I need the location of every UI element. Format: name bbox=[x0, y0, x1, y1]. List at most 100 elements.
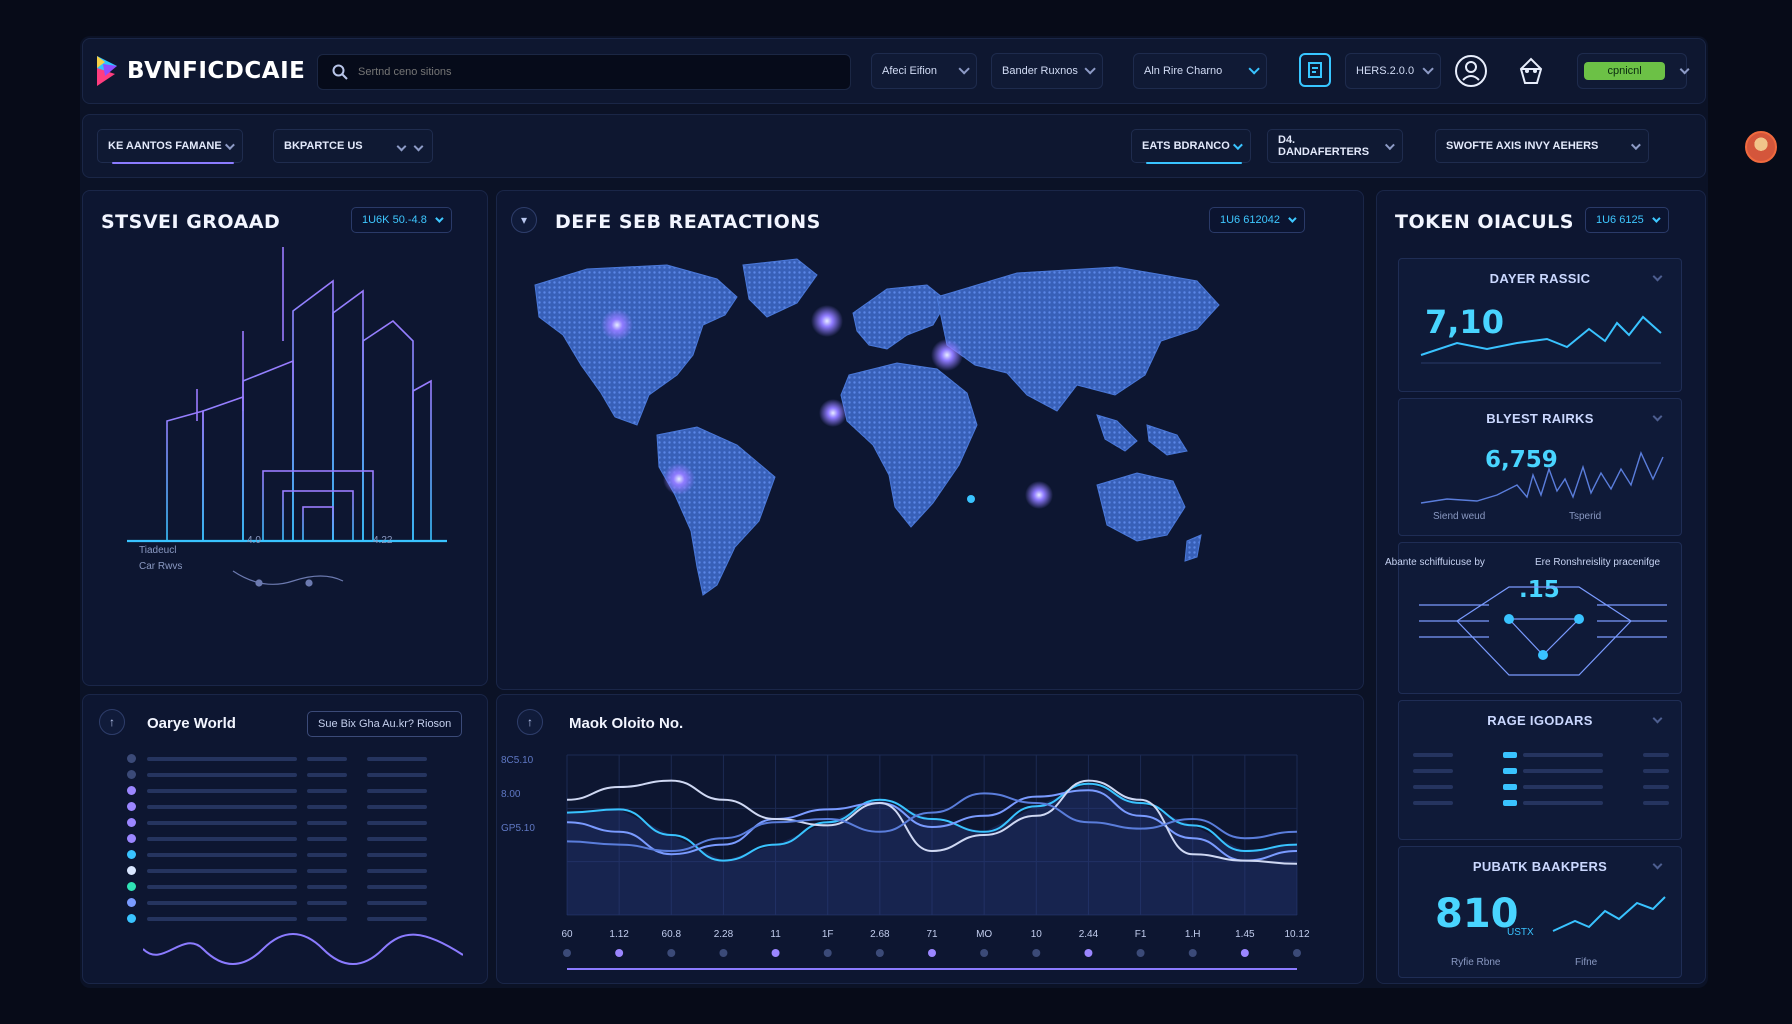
card-5-foot-right: Fifne bbox=[1575, 957, 1598, 968]
tab-dandafers-label: D4. DANDAFERTERS bbox=[1278, 134, 1370, 158]
x-tick-dot bbox=[771, 949, 780, 957]
card-2-foot-right: Tsperid bbox=[1569, 511, 1602, 522]
list-item[interactable] bbox=[127, 783, 467, 799]
y-tick-label: 8C5.10 bbox=[501, 755, 534, 766]
chart-panel-expand-button[interactable]: ↑ bbox=[517, 709, 543, 735]
account-dropdown[interactable]: HERS.2.0.0 bbox=[1345, 53, 1441, 89]
logo-icon bbox=[95, 54, 123, 88]
token-card-pubatk-baakpers[interactable]: PUBATK BAAKPERS 810 USTX Ryfie Rbne Fifn… bbox=[1398, 846, 1682, 978]
world-panel-filter-button[interactable]: Sue Bix Gha Au.kr? Rioson bbox=[307, 711, 463, 737]
filter-dropdown-3[interactable]: Aln Rire Charno bbox=[1133, 53, 1267, 89]
x-tick-label: F1 bbox=[1135, 929, 1147, 940]
top-navigation-bar: BVNFICDCAIE Afeci Eifion Bander Ruxnos A… bbox=[82, 38, 1706, 104]
x-tick-label: 11 bbox=[770, 929, 781, 940]
tab-axis-inventory-label: SWOFTE AXIS INVY AEHERS bbox=[1446, 140, 1599, 152]
list-item[interactable] bbox=[127, 847, 467, 863]
chevron-down-icon bbox=[1422, 63, 1434, 75]
list-item[interactable] bbox=[127, 767, 467, 783]
document-button[interactable] bbox=[1299, 53, 1331, 87]
x-tick-dot bbox=[1240, 949, 1249, 957]
world-wave-sparkline bbox=[143, 933, 463, 965]
tab-axis-inventory[interactable]: SWOFTE AXIS INVY AEHERS bbox=[1435, 129, 1649, 163]
app-name: BVNFICDCAIE bbox=[127, 58, 306, 84]
world-list-panel: ↑ Oarye World Sue Bix Gha Au.kr? Rioson bbox=[82, 694, 488, 984]
chevron-down-icon bbox=[1084, 63, 1096, 75]
y-tick-label: 8.00 bbox=[501, 789, 521, 800]
arrow-up-icon: ↑ bbox=[527, 715, 533, 729]
x-tick-label: MO bbox=[976, 929, 992, 940]
list-item[interactable] bbox=[127, 831, 467, 847]
table-row[interactable] bbox=[1413, 763, 1669, 779]
x-tick-dot bbox=[1084, 949, 1093, 957]
connect-dropdown[interactable]: cpnicnl bbox=[1577, 53, 1690, 89]
chevron-down-icon bbox=[1651, 214, 1661, 223]
table-row[interactable] bbox=[1413, 747, 1669, 763]
x-tick-label: 10 bbox=[1031, 929, 1043, 940]
x-tick-label: 1.H bbox=[1185, 929, 1201, 940]
x-tick-label: 1F bbox=[822, 929, 834, 940]
tab-bkparts[interactable]: BKPARTCE US bbox=[273, 129, 433, 163]
card-5-unit: USTX bbox=[1507, 927, 1534, 938]
card-2-sparkline bbox=[1420, 451, 1664, 504]
tab-bkparts-label: BKPARTCE US bbox=[284, 140, 363, 152]
card-4-title: RAGE IGODARS bbox=[1487, 713, 1593, 728]
token-card-blyest-rairks[interactable]: BLYEST RAIRKS 6,759 Siend weud Tsperid bbox=[1398, 398, 1682, 536]
building-legend-1: Tiadeucl bbox=[139, 545, 177, 556]
filter-tabs-bar: KE AANTOS FAMANE BKPARTCE US EATS BDRANC… bbox=[82, 114, 1777, 178]
x-tick-dot bbox=[1136, 949, 1145, 957]
list-item[interactable] bbox=[127, 911, 467, 927]
world-list bbox=[127, 751, 467, 931]
tab-eats-branco[interactable]: EATS BDRANCO bbox=[1131, 129, 1251, 164]
x-tick-dot bbox=[928, 949, 936, 957]
filter-dropdown-1[interactable]: Afeci Eifion bbox=[871, 53, 977, 89]
tab-dandafers[interactable]: D4. DANDAFERTERS bbox=[1267, 129, 1403, 163]
list-item[interactable] bbox=[127, 879, 467, 895]
account-label: HERS.2.0.0 bbox=[1356, 65, 1415, 77]
list-item[interactable] bbox=[127, 863, 467, 879]
map-panel-expand-button[interactable]: ▾ bbox=[511, 207, 537, 233]
card-2-title: BLYEST RAIRKS bbox=[1486, 411, 1594, 426]
list-item[interactable] bbox=[127, 751, 467, 767]
profile-button[interactable] bbox=[1453, 53, 1489, 89]
token-card-rage-igodars[interactable]: RAGE IGODARS bbox=[1398, 700, 1682, 840]
map-badge-label: 1U6 612042 bbox=[1220, 214, 1280, 226]
map-panel-badge[interactable]: 1U6 612042 bbox=[1209, 207, 1305, 233]
card-3-caption-left: Abante schiffuicuse by bbox=[1385, 557, 1485, 568]
document-icon bbox=[1308, 62, 1322, 78]
token-card-dayer-rassic[interactable]: DAYER RASSIC 7,10 bbox=[1398, 258, 1682, 392]
x-tick-label: 2.44 bbox=[1079, 929, 1099, 940]
card-5-value: 810 bbox=[1435, 891, 1519, 937]
x-tick-dot bbox=[719, 949, 728, 957]
x-tick-dot bbox=[563, 949, 571, 957]
hat-button[interactable] bbox=[1513, 53, 1549, 89]
x-tick-dot bbox=[615, 949, 624, 957]
chart-panel: ↑ Maok Oloito No. 8C5.10 8.00 GP5.10 60 1.12… bbox=[496, 694, 1364, 984]
list-item[interactable] bbox=[127, 815, 467, 831]
world-panel-expand-button[interactable]: ↑ bbox=[99, 709, 125, 735]
card-2-foot-left: Siend weud bbox=[1433, 511, 1486, 522]
x-tick-label: 60.8 bbox=[662, 929, 682, 940]
x-tick-label: 1.12 bbox=[609, 929, 629, 940]
x-tick-dot bbox=[667, 949, 676, 957]
token-panel-title: TOKEN OIACULS bbox=[1395, 211, 1574, 233]
card-5-sparkline bbox=[1552, 896, 1666, 932]
token-badge-label: 1U6 6125 bbox=[1596, 214, 1644, 226]
filter-dropdown-2[interactable]: Bander Ruxnos bbox=[991, 53, 1103, 89]
list-item[interactable] bbox=[127, 799, 467, 815]
x-tick-label: 2.28 bbox=[714, 929, 734, 940]
token-panel-badge[interactable]: 1U6 6125 bbox=[1585, 207, 1669, 233]
token-card-network[interactable]: Abante schiffuicuse by Ere Ronshreislity… bbox=[1385, 542, 1682, 694]
chevron-down-icon bbox=[1248, 63, 1260, 75]
app-logo[interactable]: BVNFICDCAIE bbox=[95, 53, 305, 89]
table-row[interactable] bbox=[1413, 795, 1669, 811]
list-item[interactable] bbox=[127, 895, 467, 911]
x-tick-dot bbox=[875, 949, 884, 957]
card-3-caption-right: Ere Ronshreislity pracenifge bbox=[1535, 557, 1661, 568]
robot-icon bbox=[1519, 57, 1543, 84]
table-row[interactable] bbox=[1413, 779, 1669, 795]
search-input[interactable] bbox=[358, 66, 798, 78]
avatar[interactable] bbox=[1745, 131, 1777, 163]
tab-assets-frame[interactable]: KE AANTOS FAMANE bbox=[97, 129, 243, 164]
connect-status-pill[interactable]: cpnicnl bbox=[1584, 62, 1666, 80]
search-bar[interactable] bbox=[317, 54, 851, 90]
